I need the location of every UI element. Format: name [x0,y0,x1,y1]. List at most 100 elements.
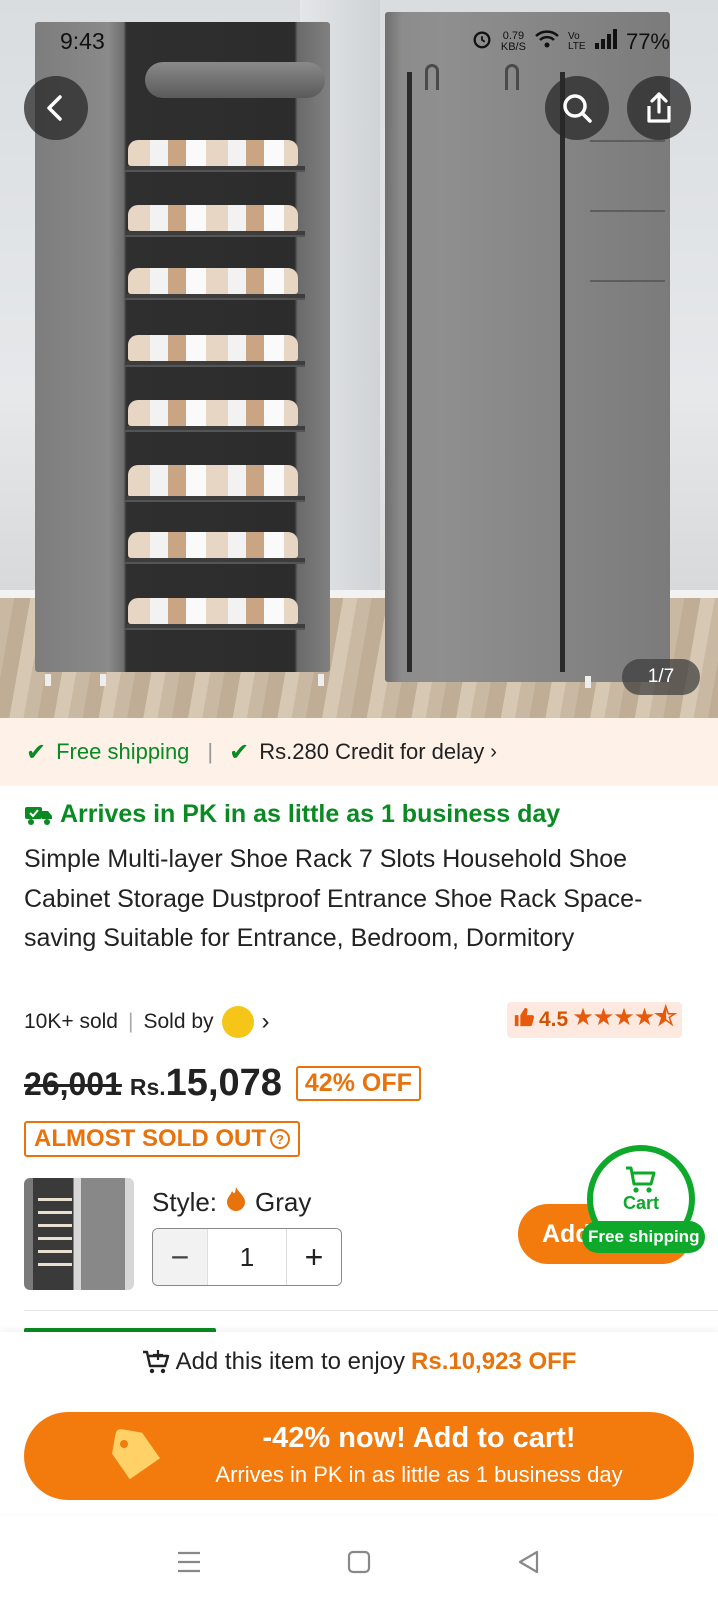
cta-sub-text: Arrives in PK in as little as 1 business… [215,1462,623,1487]
side-flap-line [590,210,665,212]
cta-main-text: -42% now! Add to cart! [262,1422,576,1454]
truck-icon [25,806,52,825]
arrival-info: Arrives in PK in as little as 1 business… [24,800,560,829]
rack-leg [100,674,106,686]
current-price: 15,078 [165,1062,282,1104]
shelf [125,624,305,630]
cover-loop [425,64,439,90]
home-square-icon [347,1550,371,1574]
sales-seller-row: 10K+ sold | Sold by › [24,1006,270,1038]
original-price: 26,001 [24,1066,122,1102]
sold-count: 10K+ sold [24,1010,118,1033]
rating-badge[interactable]: 4.5 ★★★★⯪ [507,1002,682,1038]
rolled-cover [145,62,325,98]
rating-stars: ★★★★⯪ [572,1003,677,1031]
recent-apps-button[interactable] [174,1547,204,1582]
rack-leg [45,674,51,686]
shoe-row [128,465,298,497]
thumb-shelf [38,1211,72,1214]
back-triangle-icon [518,1550,539,1574]
thumb-shelf [38,1263,72,1266]
currency: Rs. [129,1074,166,1100]
side-flap-line [590,280,665,282]
shoe-row [128,598,298,624]
shoe-row [128,205,298,231]
separator: | [128,1010,134,1033]
add-to-cart-cta-button[interactable]: -42% now! Add to cart! Arrives in PK in … [24,1412,694,1500]
status-icons: 0.79 KB/S Vo LTE 77% [471,28,670,56]
shelf [125,231,305,237]
delay-credit-label: Rs.280 Credit for delay [259,739,485,764]
thumb-shelf [38,1250,72,1253]
quantity-stepper[interactable]: − 1 + [152,1228,342,1286]
increase-quantity-button[interactable]: + [287,1229,341,1285]
thumb-shelf [38,1198,72,1201]
zipper-seam [560,72,565,672]
shipping-benefits-bar[interactable]: ✔ Free shipping | ✔ Rs.280 Credit for de… [0,718,718,786]
cart-icon [626,1166,656,1193]
shelf [125,558,305,564]
sold-by-label: Sold by [143,1010,214,1033]
system-back-button[interactable] [514,1547,544,1582]
divider: | [207,739,214,764]
chevron-right-icon[interactable]: › [262,1008,270,1036]
shelf [125,361,305,367]
seller-logo[interactable] [221,1006,254,1038]
flame-icon [225,1186,247,1218]
check-icon: ✔ [229,738,250,766]
network-speed: 0.79 KB/S [501,31,526,53]
help-icon[interactable]: ? [269,1129,290,1149]
free-shipping-pill: Free shipping [582,1221,706,1253]
thumbs-up-icon [513,1006,535,1034]
cart-plus-icon [142,1350,169,1374]
chevron-right-icon: › [490,740,497,763]
search-icon [563,94,592,123]
rack-leg [585,676,591,688]
style-value: Gray [255,1186,312,1217]
volte-tag: Vo LTE [567,31,586,52]
shoe-row [128,400,298,426]
style-selector[interactable]: Style: Gray [152,1186,311,1218]
image-counter: 1/7 [622,659,700,695]
stock-status-badge[interactable]: ALMOST SOLD OUT ? [24,1121,300,1157]
side-flap-line [590,140,665,142]
search-button[interactable] [545,76,609,140]
shoe-row [128,140,298,166]
clock: 9:43 [60,28,105,54]
share-icon [647,92,671,123]
alarm-icon [471,28,493,56]
shoe-row [128,532,298,558]
quantity-value[interactable]: 1 [207,1229,287,1285]
back-button[interactable] [24,76,88,140]
shoe-row [128,335,298,361]
divider [24,1310,718,1311]
shelf [125,166,305,172]
home-button[interactable] [344,1547,374,1582]
thumb-shelf [38,1224,72,1227]
discount-badge: 42% OFF [295,1066,421,1101]
cart-label: Cart [622,1193,659,1213]
shelf [125,294,305,300]
system-navigation-bar [0,1530,718,1599]
wifi-icon [534,28,560,56]
stock-status-text: ALMOST SOLD OUT [34,1125,266,1152]
shelf [125,496,305,502]
menu-icon [178,1551,200,1573]
shelf [125,426,305,432]
style-label: Style: [152,1186,218,1217]
thumb-shelf [38,1237,72,1240]
status-bar: 9:43 0.79 KB/S Vo LTE 77% [0,26,718,56]
battery-level: 77% [625,29,670,54]
variant-thumbnail[interactable] [24,1178,134,1290]
check-icon: ✔ [26,738,47,766]
shoe-row [128,268,298,294]
signal-icon [594,29,618,55]
promo-hint: Add this item to enjoy Rs.10,923 OFF [0,1348,718,1376]
back-arrow-icon [47,95,62,121]
product-image-gallery[interactable] [0,0,718,718]
price-row: 26,001 Rs. 15,078 42% OFF [24,1062,421,1105]
arrival-text: Arrives in PK in as little as 1 business… [60,800,561,828]
share-button[interactable] [627,76,691,140]
decrease-quantity-button[interactable]: − [153,1229,207,1285]
zipper-seam [407,72,412,672]
